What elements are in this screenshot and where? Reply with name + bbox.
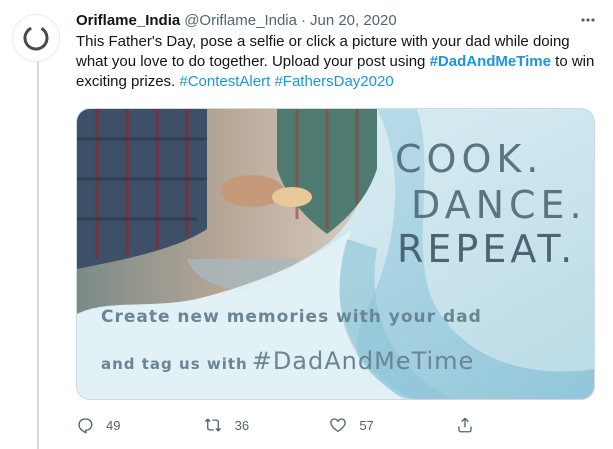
- tweet-media-image[interactable]: COOK. DANCE. REPEAT. Create new memories…: [76, 108, 595, 400]
- reply-icon: [78, 418, 93, 434]
- tweet-header: Oriflame_India @Oriflame_India · Jun 20,…: [76, 10, 397, 30]
- reply-button[interactable]: 49: [76, 416, 136, 434]
- thread-connector-line: [37, 62, 39, 449]
- media-headline-repeat: REPEAT.: [397, 227, 577, 271]
- avatar[interactable]: [12, 14, 60, 62]
- more-icon[interactable]: [577, 9, 599, 31]
- media-headline-dance: DANCE.: [411, 183, 587, 227]
- retweet-count: 36: [234, 417, 250, 433]
- tweet-actions-bar: 49 36 57: [76, 414, 516, 436]
- heart-icon: [330, 418, 347, 433]
- display-name[interactable]: Oriflame_India: [76, 12, 180, 29]
- hashtag-dadandmetime-link[interactable]: #DadAndMeTime: [430, 53, 551, 70]
- retweet-button[interactable]: 36: [203, 416, 263, 434]
- like-count: 57: [359, 417, 374, 433]
- media-subtitle-line2: and tag us with #DadAndMeTime: [101, 347, 474, 375]
- user-handle[interactable]: @Oriflame_India: [184, 12, 297, 29]
- reply-count: 49: [106, 417, 121, 433]
- media-headline-cook: COOK.: [395, 137, 544, 181]
- tweet-date[interactable]: Jun 20, 2020: [310, 12, 397, 29]
- share-icon: [458, 417, 472, 433]
- oriflame-logo-icon: [23, 25, 49, 51]
- retweet-icon: [204, 418, 221, 432]
- media-subtitle-hashtag: #DadAndMeTime: [251, 347, 475, 375]
- like-button[interactable]: 57: [329, 416, 389, 434]
- share-button[interactable]: [456, 416, 516, 434]
- hashtag-fathersday-link[interactable]: #FathersDay2020: [274, 73, 393, 90]
- media-subtitle-line1: Create new memories with your dad: [101, 307, 482, 327]
- hashtag-contestalert-link[interactable]: #ContestAlert: [179, 73, 270, 90]
- tweet-text: This Father's Day, pose a selfie or clic…: [76, 32, 598, 92]
- media-subtitle-line2-text: and tag us with: [101, 355, 248, 373]
- separator-dot: ·: [300, 11, 306, 29]
